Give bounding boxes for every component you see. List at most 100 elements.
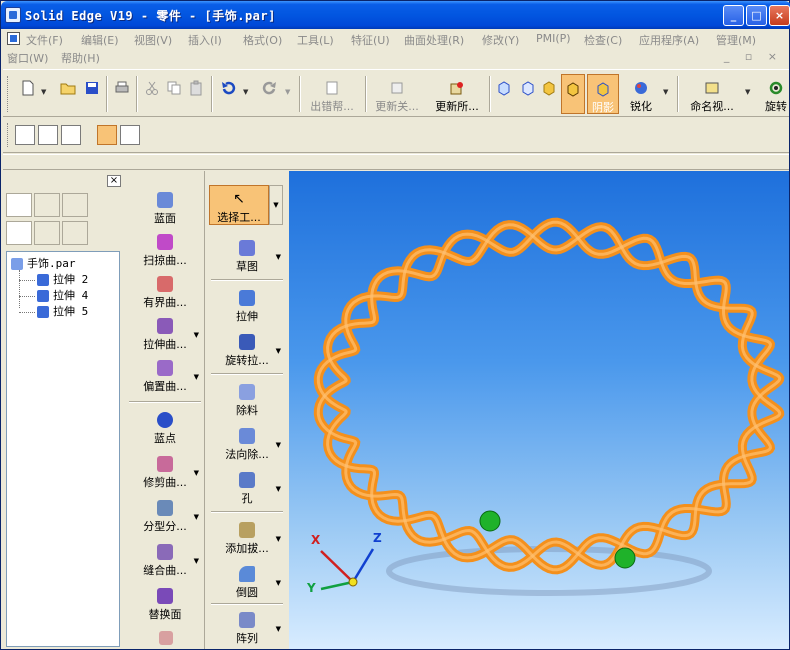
- sketch-dropdown-arrow-icon[interactable]: ▼: [276, 253, 281, 261]
- trim-surface-button[interactable]: 修剪曲... ▼: [125, 451, 205, 491]
- rotate-button[interactable]: 旋转: [761, 74, 790, 114]
- redo-button[interactable]: [259, 74, 281, 114]
- menu-manage[interactable]: 管理(M): [716, 32, 756, 48]
- round-button[interactable]: 倒圆 ▼: [207, 561, 287, 601]
- cut-button[interactable]: [141, 74, 163, 114]
- menu-help[interactable]: 帮助(H): [61, 50, 100, 66]
- toolbar-grip[interactable]: [7, 123, 10, 147]
- toolbar-grip[interactable]: [7, 76, 10, 112]
- revolve-dropdown-arrow-icon[interactable]: ▼: [276, 347, 281, 355]
- parts-tab-icon[interactable]: [62, 221, 88, 245]
- parting-split-button[interactable]: 分型分... ▼: [125, 495, 205, 535]
- normal-cutout-dropdown-arrow-icon[interactable]: ▼: [276, 441, 281, 449]
- copy-button[interactable]: [163, 74, 185, 114]
- stitched-surface-dropdown-arrow-icon[interactable]: ▼: [194, 557, 199, 565]
- feature-pathfinder-tab-icon[interactable]: [6, 221, 32, 245]
- add-draft-button[interactable]: 添加拔... ▼: [207, 517, 287, 557]
- end-point-marker[interactable]: [479, 510, 501, 532]
- print-button[interactable]: [111, 74, 133, 114]
- family-of-parts-tab-icon[interactable]: [34, 221, 60, 245]
- redo-dropdown-arrow-icon[interactable]: ▼: [285, 88, 290, 96]
- trim-surface-dropdown-arrow-icon[interactable]: ▼: [194, 469, 199, 477]
- sharpen-button[interactable]: 锐化: [623, 74, 659, 114]
- view-front-button[interactable]: [493, 74, 515, 114]
- menu-view[interactable]: 视图(V): [134, 32, 172, 48]
- close-button[interactable]: ×: [769, 5, 790, 26]
- offset-surface-dropdown-arrow-icon[interactable]: ▼: [194, 373, 199, 381]
- panel-close-button[interactable]: ×: [107, 175, 121, 187]
- shading-button[interactable]: 阴影: [587, 74, 619, 114]
- tree-item[interactable]: 拉伸 2: [37, 272, 88, 288]
- offset-surface-button[interactable]: 偏置曲... ▼: [125, 355, 205, 395]
- 3d-viewport[interactable]: X Z Y: [289, 171, 789, 649]
- bounded-surface-button[interactable]: 有界曲...: [125, 271, 205, 311]
- new-dropdown-arrow-icon[interactable]: ▼: [41, 88, 46, 96]
- tree-root[interactable]: 手饰.par: [11, 256, 76, 272]
- undo-button[interactable]: [217, 74, 239, 114]
- sketch-view-icon[interactable]: [38, 125, 58, 145]
- pattern-button[interactable]: 阵列 ▼: [207, 607, 287, 647]
- new-button[interactable]: [17, 74, 39, 114]
- menu-insert[interactable]: 插入(I): [188, 32, 222, 48]
- error-assistant-button[interactable]: 出错帮...: [303, 74, 361, 114]
- colors-tab-icon[interactable]: [34, 193, 60, 217]
- menu-file[interactable]: 文件(F): [26, 32, 63, 48]
- revolve-button[interactable]: 旋转拉... ▼: [207, 329, 287, 369]
- model-canvas[interactable]: [289, 171, 789, 649]
- replace-face-button[interactable]: 替换面: [125, 583, 205, 623]
- menu-modify[interactable]: 修改(Y): [482, 32, 519, 48]
- add-draft-dropdown-arrow-icon[interactable]: ▼: [276, 535, 281, 543]
- select-highlight-icon[interactable]: [97, 125, 117, 145]
- hole-dropdown-arrow-icon[interactable]: ▼: [276, 485, 281, 493]
- menu-applications[interactable]: 应用程序(A): [639, 32, 699, 48]
- round-dropdown-arrow-icon[interactable]: ▼: [276, 579, 281, 587]
- bluedot-button[interactable]: 蓝点: [125, 407, 205, 447]
- multi-select-icon[interactable]: [120, 125, 140, 145]
- edit-profile-icon[interactable]: [15, 125, 35, 145]
- mdi-window-controls[interactable]: _ ▫ ×: [724, 50, 783, 63]
- view-shaded-small-button[interactable]: [539, 74, 559, 114]
- hole-button[interactable]: 孔 ▼: [207, 467, 287, 507]
- named-view-dropdown-arrow-icon[interactable]: ▼: [745, 88, 750, 96]
- parting-split-dropdown-arrow-icon[interactable]: ▼: [194, 513, 199, 521]
- end-point-marker[interactable]: [614, 547, 636, 569]
- select-tool-button[interactable]: ↖ 选择工...: [209, 185, 269, 225]
- update-relations-button[interactable]: 更新关...: [369, 74, 425, 114]
- menu-format[interactable]: 格式(O): [243, 32, 282, 48]
- stitched-surface-button[interactable]: 缝合曲... ▼: [125, 539, 205, 579]
- menu-surfacing[interactable]: 曲面处理(R): [404, 32, 464, 48]
- menu-inspect[interactable]: 检查(C): [584, 32, 622, 48]
- save-button[interactable]: [81, 74, 103, 114]
- maximize-button[interactable]: □: [746, 5, 767, 26]
- paste-button[interactable]: [185, 74, 207, 114]
- update-all-button[interactable]: 更新所...: [429, 74, 485, 114]
- document-icon[interactable]: [7, 32, 20, 45]
- extruded-surface-button[interactable]: 拉伸曲... ▼: [125, 313, 205, 353]
- normal-cutout-button[interactable]: 法向除... ▼: [207, 423, 287, 463]
- sketch-button[interactable]: 草图 ▼: [207, 235, 287, 275]
- menu-window[interactable]: 窗口(W): [7, 50, 48, 66]
- solid-edge-app-icon[interactable]: [5, 7, 21, 23]
- tree-item[interactable]: 拉伸 5: [37, 304, 88, 320]
- minimize-button[interactable]: _: [723, 5, 744, 26]
- sharpen-dropdown-arrow-icon[interactable]: ▼: [663, 88, 668, 96]
- layout-grid-icon[interactable]: [61, 125, 81, 145]
- title-bar[interactable]: Solid Edge V19 - 零件 - [手饰.par] _ □ ×: [1, 1, 790, 29]
- layers-tab-icon[interactable]: [6, 193, 32, 217]
- bluesurf-button[interactable]: 蓝面: [125, 187, 205, 227]
- menu-feature[interactable]: 特征(U): [351, 32, 390, 48]
- select-tool-dropdown-arrow-icon[interactable]: ▼: [269, 185, 283, 225]
- menu-pmi[interactable]: PMI(P): [536, 32, 571, 45]
- undo-dropdown-arrow-icon[interactable]: ▼: [243, 88, 248, 96]
- tree-item[interactable]: 拉伸 4: [37, 288, 88, 304]
- cutout-button[interactable]: 除料: [207, 379, 287, 419]
- more-commands-icon[interactable]: [159, 631, 173, 645]
- menu-edit[interactable]: 编辑(E): [81, 32, 119, 48]
- swept-surface-button[interactable]: 扫掠曲...: [125, 229, 205, 269]
- open-button[interactable]: [57, 74, 79, 114]
- shaded-edges-button[interactable]: [561, 74, 585, 114]
- menu-tools[interactable]: 工具(L): [297, 32, 334, 48]
- pattern-dropdown-arrow-icon[interactable]: ▼: [276, 625, 281, 633]
- extruded-surface-dropdown-arrow-icon[interactable]: ▼: [194, 331, 199, 339]
- extrude-button[interactable]: 拉伸: [207, 285, 287, 325]
